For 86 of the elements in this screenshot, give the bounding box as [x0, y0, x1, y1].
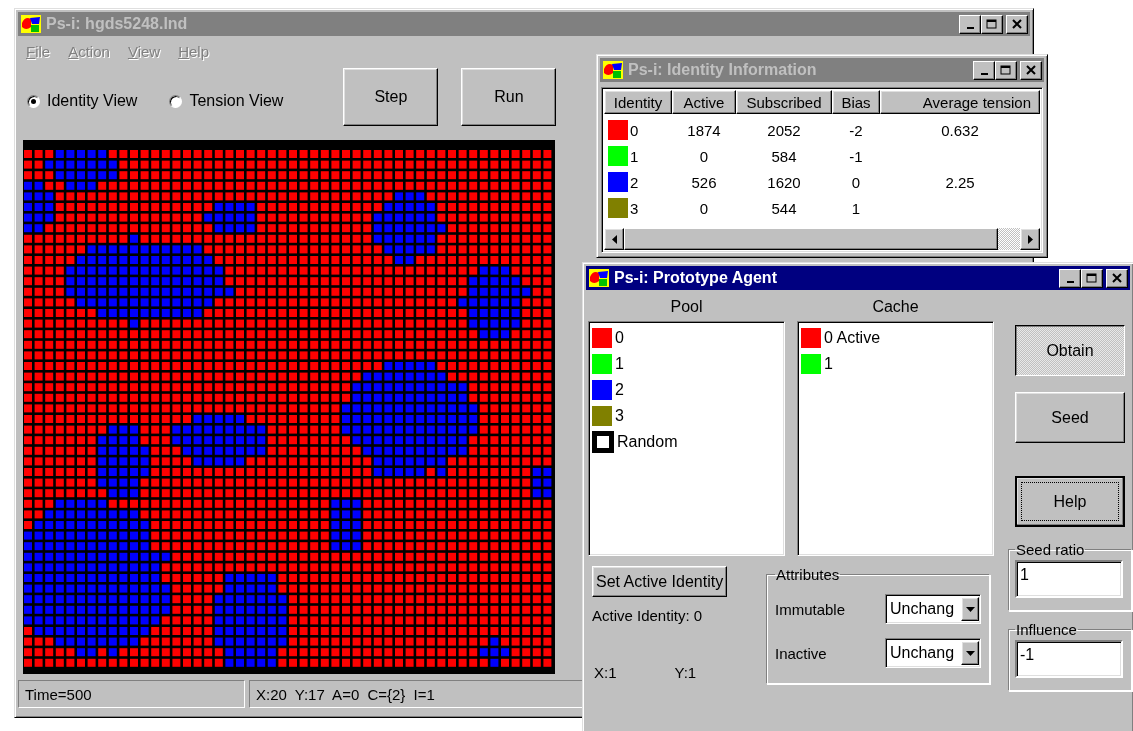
set-active-identity-button[interactable]: Set Active Identity — [592, 566, 728, 597]
close-button[interactable] — [1006, 14, 1028, 34]
field-label: Inactive — [775, 644, 827, 662]
close-button[interactable] — [1020, 60, 1042, 80]
radio-label[interactable]: Tension View — [189, 92, 284, 110]
list-item[interactable]: 0 — [615, 329, 624, 347]
table-cell-text: 526 — [690, 173, 718, 191]
column-header[interactable]: Subscribed — [736, 90, 832, 114]
caret-icon — [965, 650, 975, 656]
minimize-icon — [980, 73, 988, 75]
toolbar-button[interactable]: Step — [343, 68, 439, 126]
table-cell-text: 544 — [770, 199, 798, 217]
identity-grid-drawing[interactable] — [23, 140, 555, 674]
status-text: Time=500 — [18, 680, 245, 708]
x-coordinate: X:1 — [594, 664, 617, 681]
table-cell: 2 — [630, 173, 639, 191]
dropdown[interactable]: Unchang — [885, 638, 981, 668]
close-icon — [1026, 65, 1036, 75]
right-arrow-icon — [1027, 234, 1033, 244]
list-item[interactable]: Random — [617, 433, 678, 451]
left-arrow-icon — [611, 234, 617, 244]
table-cell: 1 — [630, 147, 639, 165]
list-label: Pool — [670, 298, 703, 317]
random-swatch-icon — [592, 431, 614, 453]
maximize-icon — [1086, 272, 1098, 284]
app-icon — [589, 269, 609, 287]
group-label: Seed ratio — [1015, 541, 1086, 558]
maximize-button[interactable] — [1081, 268, 1103, 288]
table-cell-text: 2052 — [766, 121, 802, 139]
table-cell-text: 0 — [698, 147, 710, 165]
action-button[interactable]: Help — [1015, 476, 1125, 527]
group-label: Attributes — [775, 566, 841, 583]
maximize-button[interactable] — [981, 14, 1003, 34]
window-title: Ps-i: Identity Information — [628, 61, 818, 79]
y-coordinate: Y:1 — [674, 664, 697, 681]
seed-ratio-field[interactable]: 1 — [1015, 560, 1123, 598]
minimize-button[interactable] — [1059, 268, 1081, 288]
window-title: Ps-i: hgds5248.lnd — [46, 15, 189, 33]
table-cell-text: 1 — [850, 199, 862, 217]
field-label: Immutable — [775, 600, 846, 618]
maximize-icon — [986, 18, 998, 30]
radio-button[interactable] — [27, 94, 40, 108]
close-icon — [1012, 19, 1022, 29]
action-button[interactable]: Obtain — [1015, 325, 1125, 376]
group-label: Influence — [1015, 621, 1078, 638]
minimize-button[interactable] — [973, 60, 995, 80]
maximize-icon — [1000, 64, 1012, 76]
table-cell-text: 2.25 — [944, 173, 976, 191]
app-icon — [603, 61, 623, 79]
list-label: Cache — [872, 298, 919, 317]
window-title: Ps-i: Prototype Agent — [614, 269, 778, 287]
table-cell-text: 0 — [698, 199, 710, 217]
list-item[interactable]: 1 — [615, 355, 624, 373]
app-icon — [21, 15, 41, 33]
list-item[interactable]: 0 Active — [824, 329, 881, 347]
dropdown[interactable]: Unchang — [885, 594, 981, 624]
column-header[interactable]: Active — [672, 90, 736, 114]
table-cell: 3 — [630, 199, 639, 217]
minimize-icon — [1066, 281, 1074, 283]
toolbar-button[interactable]: Run — [461, 68, 557, 126]
table-cell-text: 1620 — [766, 173, 802, 191]
close-button[interactable] — [1106, 268, 1128, 288]
minimize-button[interactable] — [959, 14, 981, 34]
close-icon — [1112, 273, 1122, 283]
scroll-right-button[interactable] — [1020, 228, 1040, 250]
active-identity-label: Active Identity: 0 — [592, 607, 703, 624]
table-cell-text: 1874 — [686, 121, 722, 139]
minimize-icon — [966, 27, 974, 29]
list-item[interactable]: 1 — [824, 355, 833, 373]
list-item[interactable]: 3 — [615, 407, 624, 425]
caret-icon — [965, 606, 975, 612]
table-cell: 0 — [630, 121, 639, 139]
column-header[interactable]: Bias — [832, 90, 880, 114]
table-cell-text: -2 — [848, 121, 864, 139]
column-header[interactable]: Identity — [604, 90, 672, 114]
table-cell-text: 0.632 — [940, 121, 980, 139]
action-button[interactable]: Seed — [1015, 392, 1125, 443]
influence-field[interactable]: -1 — [1015, 640, 1123, 678]
table-cell-text: 584 — [770, 147, 798, 165]
table-cell-text: 0 — [850, 173, 862, 191]
maximize-button[interactable] — [995, 60, 1017, 80]
scroll-left-button[interactable] — [604, 228, 624, 250]
radio-label[interactable]: Identity View — [47, 92, 138, 110]
column-header[interactable]: Average tension — [880, 90, 1040, 114]
table-cell-text: -1 — [848, 147, 864, 165]
list-item[interactable]: 2 — [615, 381, 624, 399]
